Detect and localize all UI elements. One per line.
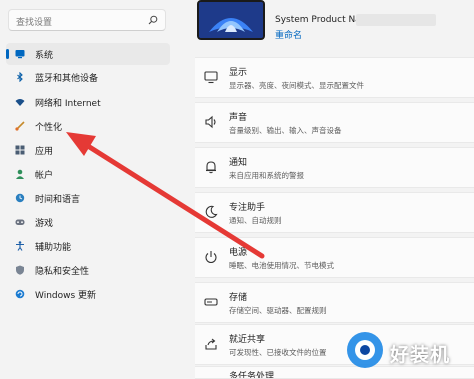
bell-icon bbox=[206, 161, 216, 174]
share-icon bbox=[205, 338, 217, 350]
desktop-thumbnail bbox=[197, 0, 265, 40]
search-icon[interactable] bbox=[148, 15, 158, 25]
sidebar-item-label: Windows 更新 bbox=[35, 291, 97, 301]
storage-icon bbox=[204, 298, 218, 306]
speaker-icon bbox=[205, 115, 216, 129]
sidebar-item-windows-update[interactable]: Windows 更新 bbox=[6, 283, 170, 305]
paintbrush-icon bbox=[15, 121, 25, 131]
sidebar-item-label: 辅助功能 bbox=[35, 243, 72, 253]
sidebar-item-label: 隐私和安全性 bbox=[35, 267, 90, 277]
sidebar-item-label: 应用 bbox=[35, 147, 54, 157]
search-input[interactable]: 查找设置 bbox=[16, 15, 52, 28]
card-description: 显示器、亮度、夜间模式、显示配置文件 bbox=[229, 81, 364, 90]
sidebar-item-label: 时间和语言 bbox=[35, 195, 81, 205]
shield-icon bbox=[16, 265, 24, 275]
moon-icon bbox=[205, 205, 218, 218]
watermark-text: 好装机 bbox=[390, 344, 451, 366]
rename-link[interactable]: 重命名 bbox=[275, 28, 302, 41]
sidebar-item-label: 网络和 Internet bbox=[35, 99, 101, 109]
card-sound[interactable]: 声音 音量级别、输出、输入、声音设备 bbox=[195, 102, 474, 143]
sidebar-item-apps[interactable]: 应用 bbox=[6, 139, 170, 161]
sidebar-item-time-language[interactable]: 时间和语言 bbox=[6, 187, 170, 209]
power-icon bbox=[205, 251, 217, 264]
monitor-icon bbox=[15, 50, 25, 59]
sidebar-item-label: 帐户 bbox=[35, 171, 54, 181]
card-display[interactable]: 显示 显示器、亮度、夜间模式、显示配置文件 bbox=[195, 57, 474, 98]
display-icon bbox=[204, 71, 218, 84]
card-description: 睡眠、电池使用情况、节电模式 bbox=[229, 261, 334, 270]
redacted-block bbox=[356, 14, 436, 26]
sidebar-item-accounts[interactable]: 帐户 bbox=[6, 163, 170, 185]
sidebar-item-label: 蓝牙和其他设备 bbox=[35, 74, 99, 84]
card-description: 音量级别、输出、输入、声音设备 bbox=[229, 126, 342, 135]
apps-icon bbox=[15, 145, 25, 155]
card-title: 存储 bbox=[229, 293, 248, 303]
card-description: 存储空间、驱动器、配置规则 bbox=[229, 306, 327, 315]
card-title: 显示 bbox=[229, 68, 248, 78]
card-title: 专注助手 bbox=[229, 203, 266, 213]
card-storage[interactable]: 存储 存储空间、驱动器、配置规则 bbox=[195, 282, 474, 323]
card-title: 通知 bbox=[229, 158, 248, 168]
card-description: 通知、自动规则 bbox=[229, 216, 282, 225]
sidebar-item-label: 系统 bbox=[35, 51, 54, 61]
sidebar-item-system[interactable]: 系统 bbox=[6, 43, 170, 65]
card-title: 电源 bbox=[229, 248, 248, 258]
sidebar-item-label: 游戏 bbox=[35, 219, 54, 229]
card-title: 声音 bbox=[229, 113, 248, 123]
sidebar-item-gaming[interactable]: 游戏 bbox=[6, 211, 170, 233]
card-focus-assist[interactable]: 专注助手 通知、自动规则 bbox=[195, 192, 474, 233]
watermark-logo-icon bbox=[347, 332, 383, 368]
wifi-icon bbox=[15, 99, 25, 106]
card-notifications[interactable]: 通知 来自应用和系统的警报 bbox=[195, 147, 474, 188]
card-multitasking[interactable]: 多任务处理 bbox=[195, 366, 474, 379]
sidebar-item-bluetooth[interactable]: 蓝牙和其他设备 bbox=[6, 66, 170, 88]
card-power[interactable]: 电源 睡眠、电池使用情况、节电模式 bbox=[195, 237, 474, 278]
card-description: 来自应用和系统的警报 bbox=[229, 171, 304, 180]
gamepad-icon bbox=[15, 219, 25, 225]
card-description: 可发现性、已接收文件的位置 bbox=[229, 348, 327, 357]
sidebar-item-label: 个性化 bbox=[35, 123, 63, 133]
sidebar-item-privacy[interactable]: 隐私和安全性 bbox=[6, 259, 170, 281]
bluetooth-icon bbox=[17, 72, 23, 82]
sidebar-item-network[interactable]: 网络和 Internet bbox=[6, 91, 170, 113]
person-icon bbox=[16, 169, 24, 179]
card-title: 就近共享 bbox=[229, 335, 266, 345]
sidebar: 查找设置 系统 蓝牙和其他设备 网络和 Internet 个性化 应用 帐户 时… bbox=[0, 0, 180, 379]
sidebar-item-accessibility[interactable]: 辅助功能 bbox=[6, 235, 170, 257]
globe-clock-icon bbox=[15, 193, 25, 203]
windows-bloom-image bbox=[199, 2, 263, 38]
search-box[interactable]: 查找设置 bbox=[8, 9, 166, 31]
accessibility-icon bbox=[16, 241, 24, 251]
card-title: 多任务处理 bbox=[229, 372, 275, 379]
sidebar-item-personalization[interactable]: 个性化 bbox=[6, 115, 170, 137]
update-icon bbox=[15, 289, 25, 299]
